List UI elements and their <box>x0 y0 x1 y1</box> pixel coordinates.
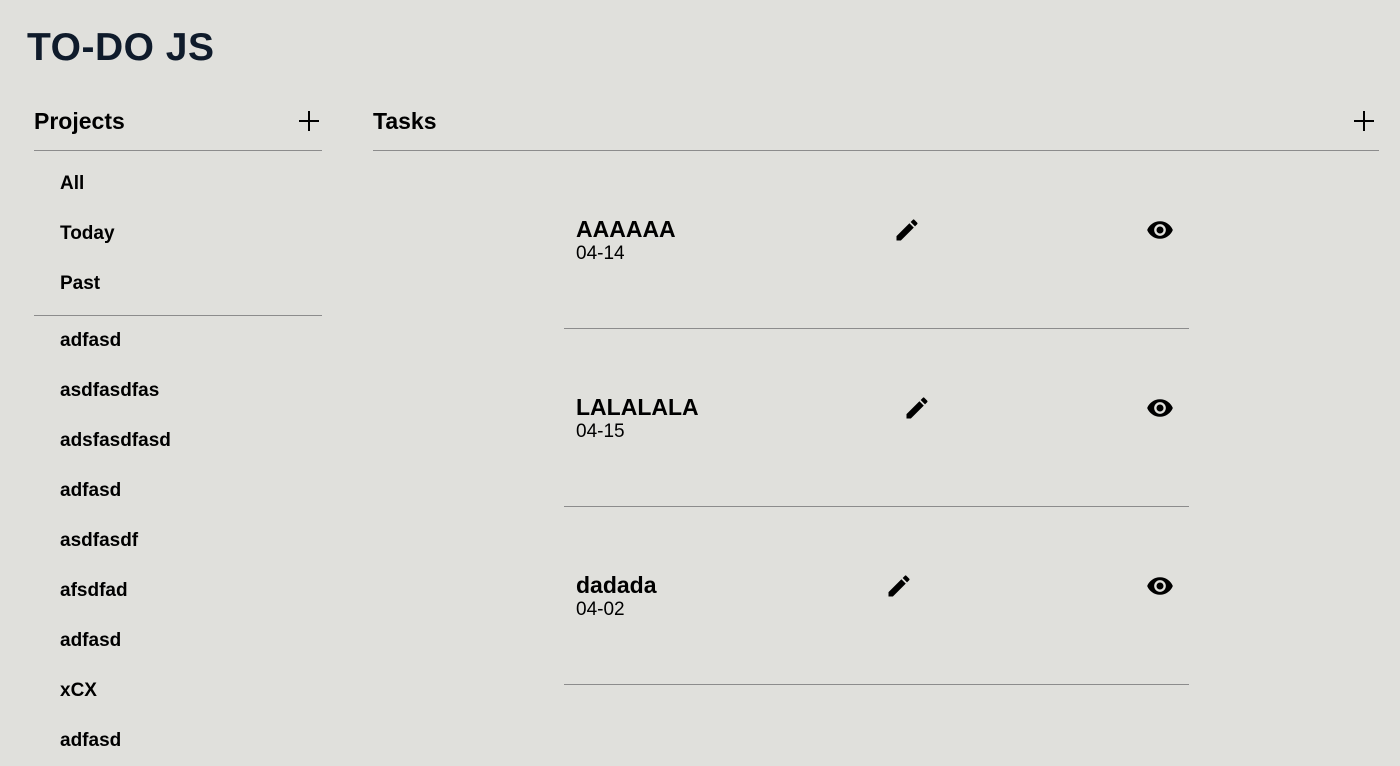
project-item[interactable]: adfasd <box>34 616 322 666</box>
task-title: AAAAAA <box>576 216 676 242</box>
add-task-button[interactable] <box>1352 109 1376 133</box>
pencil-icon <box>906 397 928 419</box>
task-item: dadada 04-02 <box>564 507 1189 685</box>
pencil-icon <box>888 575 910 597</box>
app-title: TO-DO JS <box>27 26 215 69</box>
project-list: adfasd asdfasdfas adsfasdfasd adfasd asd… <box>34 316 322 766</box>
edit-task-button[interactable] <box>903 394 931 422</box>
tasks-title: Tasks <box>373 108 437 134</box>
task-date: 04-15 <box>576 421 625 442</box>
projects-panel: Projects All Today Past adfasd asdfasdfa… <box>34 100 322 766</box>
project-item[interactable]: adfasd <box>34 716 322 766</box>
view-task-button[interactable] <box>1146 572 1174 600</box>
project-item[interactable]: xCX <box>34 666 322 716</box>
task-list: AAAAAA 04-14 LALALALA 04-15 dadada 04-02 <box>564 151 1189 685</box>
project-item[interactable]: adfasd <box>34 466 322 516</box>
view-task-button[interactable] <box>1146 394 1174 422</box>
edit-task-button[interactable] <box>893 216 921 244</box>
add-project-button[interactable] <box>297 109 321 133</box>
project-item[interactable]: adsfasdfasd <box>34 416 322 466</box>
filter-list: All Today Past <box>34 151 322 316</box>
task-date: 04-14 <box>576 243 625 264</box>
eye-icon <box>1147 577 1173 595</box>
project-item[interactable]: afsdfad <box>34 566 322 616</box>
tasks-panel: Tasks AAAAAA 04-14 LALALALA 04-15 dadada <box>373 100 1379 685</box>
eye-icon <box>1147 221 1173 239</box>
view-task-button[interactable] <box>1146 216 1174 244</box>
filter-item-all[interactable]: All <box>34 159 322 209</box>
tasks-header: Tasks <box>373 100 1379 151</box>
projects-header: Projects <box>34 100 322 151</box>
task-item: AAAAAA 04-14 <box>564 151 1189 329</box>
edit-task-button[interactable] <box>885 572 913 600</box>
project-item[interactable]: asdfasdfas <box>34 366 322 416</box>
projects-title: Projects <box>34 108 125 134</box>
project-item[interactable]: asdfasdf <box>34 516 322 566</box>
pencil-icon <box>896 219 918 241</box>
filter-item-today[interactable]: Today <box>34 209 322 259</box>
filter-item-past[interactable]: Past <box>34 259 322 309</box>
eye-icon <box>1147 399 1173 417</box>
task-title: LALALALA <box>576 394 699 420</box>
task-title: dadada <box>576 572 657 598</box>
task-date: 04-02 <box>576 599 625 620</box>
project-item[interactable]: adfasd <box>34 316 322 366</box>
task-item: LALALALA 04-15 <box>564 329 1189 507</box>
